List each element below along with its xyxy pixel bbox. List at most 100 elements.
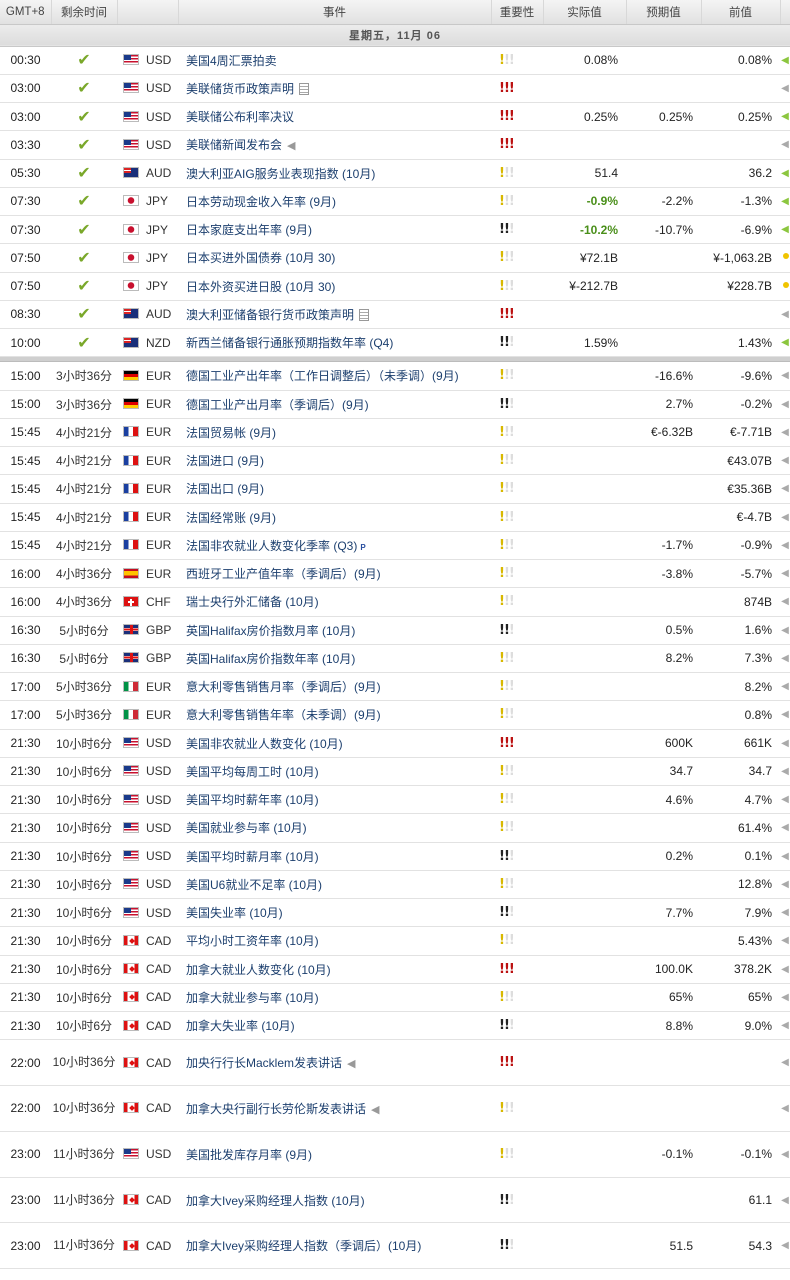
row-expand-arrow[interactable]: ◀ (780, 361, 790, 391)
row-expand-arrow[interactable]: ◀ (780, 700, 790, 730)
row-expand-arrow[interactable] (780, 243, 790, 273)
event-name-link[interactable]: 西班牙工业产值年率（季调后）(9月) (186, 567, 381, 581)
row-expand-arrow[interactable]: ◀ (780, 474, 790, 504)
event-row[interactable]: 16:30 5小时6分 GBP 英国Halifax房价指数月率 (10月)!!! 0.5… (0, 616, 790, 645)
chevron-left-icon[interactable]: ◀ (781, 168, 789, 179)
row-expand-arrow[interactable]: ◀ (780, 1011, 790, 1041)
event-name-link[interactable]: 澳大利亚储备银行货币政策声明 (186, 308, 354, 322)
row-expand-arrow[interactable]: ◀ (780, 503, 790, 532)
event-row[interactable]: 21:30 10小时6分 CAD 加拿大就业人数变化 (10月)!!! 100.0K 37… (0, 955, 790, 984)
event-row[interactable]: 22:00 10小时36分 CAD 加拿大央行副行长劳伦斯发表讲话 ◀!!! ◀ (0, 1085, 790, 1132)
event-row[interactable]: 16:00 4小时36分 EUR 西班牙工业产值年率（季调后）(9月)!!! -3.8%… (0, 559, 790, 589)
event-name-link[interactable]: 法国经常账 (9月) (186, 511, 276, 525)
chevron-left-icon[interactable]: ◀ (781, 1103, 789, 1114)
chevron-left-icon[interactable]: ◀ (781, 709, 789, 720)
chevron-left-icon[interactable]: ◀ (781, 935, 789, 946)
event-name-link[interactable]: 日本买进外国债券 (10月 30) (186, 251, 335, 265)
chevron-left-icon[interactable]: ◀ (781, 1195, 789, 1206)
event-name-cell[interactable]: 加拿大就业参与率 (10月) (178, 983, 491, 1013)
event-name-link[interactable]: 加拿大Ivey采购经理人指数（季调后）(10月) (186, 1239, 421, 1253)
event-name-link[interactable]: 法国贸易帐 (9月) (186, 426, 276, 440)
row-expand-arrow[interactable]: ◀ (780, 187, 790, 217)
chevron-left-icon[interactable]: ◀ (781, 309, 789, 320)
event-name-cell[interactable]: 法国贸易帐 (9月) (178, 418, 491, 448)
document-icon[interactable] (299, 82, 310, 95)
row-expand-arrow[interactable]: ◀ (780, 559, 790, 589)
event-name-link[interactable]: 英国Halifax房价指数月率 (10月) (186, 624, 355, 638)
row-expand-arrow[interactable]: ◀ (780, 926, 790, 956)
event-name-link[interactable]: 平均小时工资年率 (10月) (186, 934, 319, 948)
event-name-link[interactable]: 加拿大就业人数变化 (10月) (186, 963, 331, 977)
chevron-left-icon[interactable]: ◀ (781, 653, 789, 664)
row-expand-arrow[interactable]: ◀ (780, 1177, 790, 1224)
event-name-cell[interactable]: 美国失业率 (10月) (178, 898, 491, 928)
event-row[interactable]: 03:00 ✔ USD 美联储货币政策声明!!! ◀ (0, 74, 790, 104)
event-name-cell[interactable]: 日本外资买进日股 (10月 30) (178, 272, 491, 301)
event-name-cell[interactable]: 加拿大Ivey采购经理人指数 (10月) (178, 1177, 491, 1224)
event-name-cell[interactable]: 法国进口 (9月) (178, 446, 491, 476)
event-name-cell[interactable]: 法国非农就业人数变化季率 (Q3) P (178, 531, 491, 561)
event-row[interactable]: 23:00 11小时36分 CAD 加拿大Ivey采购经理人指数 (10月)!!! 61… (0, 1177, 790, 1224)
event-name-cell[interactable]: 美国平均时薪年率 (10月) (178, 785, 491, 815)
event-row[interactable]: 17:00 5小时36分 EUR 意大利零售销售年率（未季调）(9月)!!! 0.8% ◀ (0, 700, 790, 730)
chevron-left-icon[interactable]: ◀ (781, 139, 789, 150)
event-name-cell[interactable]: 平均小时工资年率 (10月) (178, 926, 491, 956)
chevron-left-icon[interactable]: ◀ (781, 851, 789, 862)
chevron-left-icon[interactable]: ◀ (781, 964, 789, 975)
event-row[interactable]: 21:30 10小时6分 USD 美国非农就业人数变化 (10月)!!! 600K 661… (0, 729, 790, 758)
event-row[interactable]: 15:45 4小时21分 EUR 法国贸易帐 (9月)!!! €-6.32B €-7.71… (0, 418, 790, 448)
event-name-link[interactable]: 英国Halifax房价指数年率 (10月) (186, 652, 355, 666)
row-expand-arrow[interactable]: ◀ (780, 983, 790, 1013)
event-name-link[interactable]: 法国进口 (9月) (186, 454, 264, 468)
event-row[interactable]: 08:30 ✔ AUD 澳大利亚储备银行货币政策声明!!! ◀ (0, 300, 790, 330)
event-row[interactable]: 05:30 ✔ AUD 澳大利亚AIG服务业表现指数 (10月)!!! 51.4 36.2… (0, 159, 790, 188)
event-row[interactable]: 22:00 10小时36分 CAD 加央行行长Macklem发表讲话 ◀!!! ◀ (0, 1039, 790, 1087)
event-row[interactable]: 00:30 ✔ USD 美国4周汇票拍卖!!! 0.08% 0.08% ◀ (0, 46, 790, 75)
chevron-left-icon[interactable]: ◀ (781, 512, 789, 523)
document-icon[interactable] (359, 308, 370, 321)
event-name-cell[interactable]: 美国平均时薪月率 (10月) (178, 842, 491, 871)
row-expand-arrow[interactable]: ◀ (780, 418, 790, 448)
event-row[interactable]: 21:30 10小时6分 CAD 加拿大就业参与率 (10月)!!! 65% 65% ◀ (0, 983, 790, 1013)
event-name-link[interactable]: 日本外资买进日股 (10月 30) (186, 280, 335, 294)
event-name-cell[interactable]: 英国Halifax房价指数年率 (10月) (178, 644, 491, 674)
event-name-cell[interactable]: 加拿大就业人数变化 (10月) (178, 955, 491, 984)
event-name-link[interactable]: 德国工业产出月率（季调后）(9月) (186, 398, 369, 412)
event-name-cell[interactable]: 西班牙工业产值年率（季调后）(9月) (178, 559, 491, 589)
row-expand-arrow[interactable]: ◀ (780, 898, 790, 928)
row-expand-arrow[interactable]: ◀ (780, 616, 790, 645)
event-name-cell[interactable]: 日本买进外国债券 (10月 30) (178, 243, 491, 273)
event-row[interactable]: 07:50 ✔ JPY 日本外资买进日股 (10月 30)!!! ¥-212.7B ¥22… (0, 272, 790, 301)
event-name-link[interactable]: 法国出口 (9月) (186, 482, 264, 496)
event-row[interactable]: 23:00 11小时36分 CAD 加拿大Ivey采购经理人指数（季调后）(10月)!… (0, 1222, 790, 1270)
event-name-cell[interactable]: 美国批发库存月率 (9月) (178, 1131, 491, 1178)
chevron-left-icon[interactable]: ◀ (781, 455, 789, 466)
row-expand-arrow[interactable]: ◀ (780, 842, 790, 871)
event-name-cell[interactable]: 美联储货币政策声明 (178, 74, 491, 104)
event-name-cell[interactable]: 加拿大失业率 (10月) (178, 1011, 491, 1041)
event-name-cell[interactable]: 美国就业参与率 (10月) (178, 813, 491, 843)
event-name-cell[interactable]: 法国经常账 (9月) (178, 503, 491, 532)
row-expand-arrow[interactable]: ◀ (780, 102, 790, 132)
chevron-left-icon[interactable]: ◀ (781, 1057, 789, 1068)
event-row[interactable]: 10:00 ✔ NZD 新西兰储备银行通胀预期指数年率 (Q4)!!! 1.59% 1.4… (0, 328, 790, 358)
event-name-link[interactable]: 澳大利亚AIG服务业表现指数 (10月) (186, 167, 375, 181)
event-row[interactable]: 15:00 3小时36分 EUR 德国工业产出年率（工作日调整后）（未季调）(9月)!… (0, 361, 790, 391)
row-expand-arrow[interactable]: ◀ (780, 328, 790, 358)
event-name-link[interactable]: 美国平均每周工时 (10月) (186, 765, 319, 779)
event-row[interactable]: 17:00 5小时36分 EUR 意大利零售销售月率（季调后）(9月)!!! 8.2% ◀ (0, 672, 790, 702)
event-name-cell[interactable]: 美国平均每周工时 (10月) (178, 757, 491, 787)
chevron-left-icon[interactable]: ◀ (781, 907, 789, 918)
event-name-cell[interactable]: 德国工业产出月率（季调后）(9月) (178, 390, 491, 419)
row-expand-arrow[interactable]: ◀ (780, 1085, 790, 1132)
event-row[interactable]: 21:30 10小时6分 USD 美国U6就业不足率 (10月)!!! 12.8% ◀ (0, 870, 790, 900)
event-name-link[interactable]: 美国非农就业人数变化 (10月) (186, 737, 343, 751)
event-name-link[interactable]: 美国平均时薪月率 (10月) (186, 850, 319, 864)
row-expand-arrow[interactable]: ◀ (780, 813, 790, 843)
event-name-cell[interactable]: 加拿大Ivey采购经理人指数（季调后）(10月) (178, 1222, 491, 1270)
event-row[interactable]: 21:30 10小时6分 USD 美国就业参与率 (10月)!!! 61.4% ◀ (0, 813, 790, 843)
event-name-link[interactable]: 美国平均时薪年率 (10月) (186, 793, 319, 807)
event-name-link[interactable]: 美联储新闻发布会 (186, 138, 282, 152)
event-name-link[interactable]: 瑞士央行外汇储备 (10月) (186, 595, 319, 609)
event-name-cell[interactable]: 日本劳动现金收入年率 (9月) (178, 187, 491, 217)
